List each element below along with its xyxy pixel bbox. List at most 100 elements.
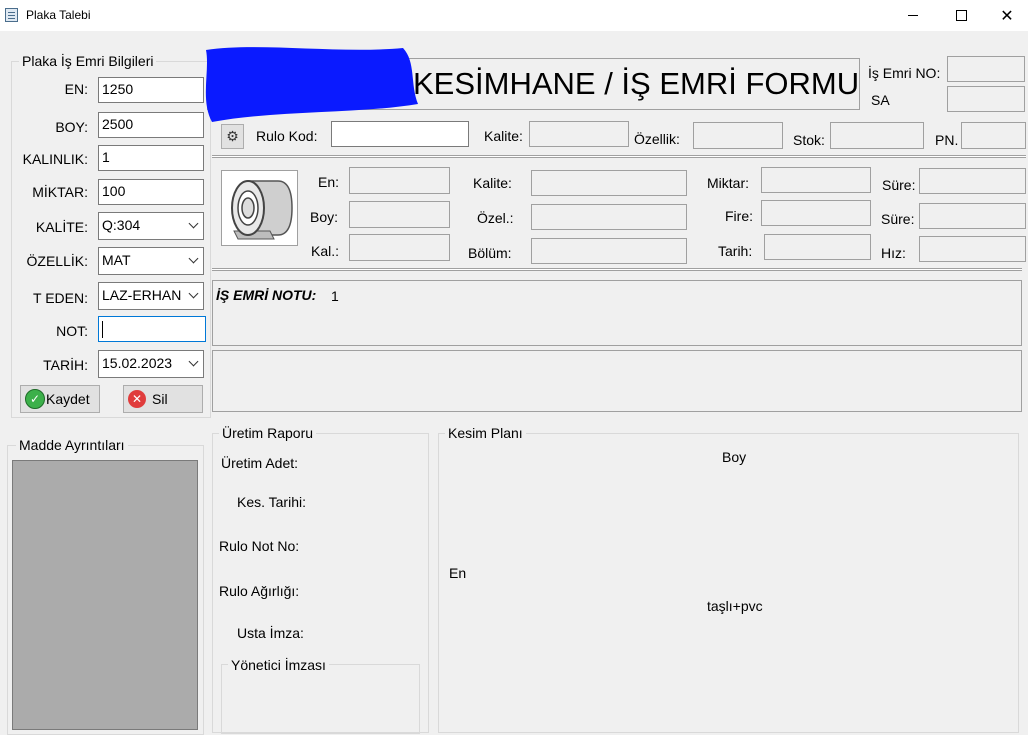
detail-miktar-field bbox=[761, 167, 871, 193]
kalinlik-label: KALINLIK: bbox=[22, 151, 88, 167]
not-input[interactable] bbox=[98, 316, 206, 342]
gear-icon: ⚙ bbox=[226, 128, 239, 144]
sil-label: Sil bbox=[152, 391, 168, 407]
delete-circle-icon: ✕ bbox=[128, 390, 146, 408]
separator-1 bbox=[212, 155, 1026, 158]
uretim-raporu-title: Üretim Raporu bbox=[219, 425, 317, 441]
chevron-down-icon bbox=[188, 288, 199, 299]
detail-ozel-label: Özel.: bbox=[477, 210, 514, 226]
close-button[interactable]: ✕ bbox=[984, 0, 1028, 31]
tarih-date-picker[interactable]: 15.02.2023 bbox=[98, 350, 204, 378]
form-title: KESİMHANE / İŞ EMRİ FORMU bbox=[413, 66, 860, 101]
is-emri-no-label: İş Emri NO: bbox=[868, 65, 941, 81]
detail-kal-field bbox=[349, 234, 450, 261]
tarih-value: 15.02.2023 bbox=[102, 355, 173, 371]
minimize-icon bbox=[908, 15, 918, 16]
check-circle-icon: ✓ bbox=[25, 389, 45, 409]
madde-image-area bbox=[12, 460, 198, 730]
yonetici-imzasi-group bbox=[221, 664, 420, 734]
redaction-scribble bbox=[205, 47, 418, 122]
tarih-label: TARİH: bbox=[43, 357, 88, 373]
kes-tarihi-label: Kes. Tarihi: bbox=[237, 494, 306, 510]
maximize-icon bbox=[955, 10, 967, 21]
sil-button[interactable]: ✕ Sil bbox=[123, 385, 203, 413]
ozellik-label: ÖZELLİK: bbox=[26, 253, 88, 269]
kesim-plani-group bbox=[438, 433, 1019, 733]
pn-field bbox=[961, 122, 1026, 149]
rulo-ozellik-field bbox=[693, 122, 783, 149]
kaydet-button[interactable]: ✓ Kaydet bbox=[20, 385, 100, 413]
kalite-label: KALİTE: bbox=[35, 219, 88, 235]
detail-fire-field bbox=[761, 200, 871, 226]
detail-miktar-label: Miktar: bbox=[707, 175, 749, 191]
rulo-kod-label: Rulo Kod: bbox=[256, 128, 318, 144]
paper-roll-icon bbox=[231, 180, 293, 240]
close-icon: ✕ bbox=[1000, 7, 1014, 25]
usta-imza-label: Usta İmza: bbox=[237, 625, 304, 641]
en-label: EN: bbox=[64, 81, 88, 97]
detail-sure1-label: Süre: bbox=[882, 177, 916, 193]
ozellik-select-value: MAT bbox=[102, 252, 131, 268]
kalite-select-value: Q:304 bbox=[102, 217, 141, 233]
kesim-plani-title: Kesim Planı bbox=[445, 425, 526, 441]
teden-label: T EDEN: bbox=[33, 290, 88, 306]
rulo-kod-input[interactable] bbox=[331, 121, 469, 147]
en-input[interactable]: 1250 bbox=[98, 77, 204, 103]
kalinlik-input[interactable]: 1 bbox=[98, 145, 204, 171]
chevron-down-icon bbox=[188, 253, 199, 264]
boy-input[interactable]: 2500 bbox=[98, 112, 204, 138]
rulo-ozellik-label: Özellik: bbox=[634, 131, 680, 147]
kesim-material-label: taşlı+pvc bbox=[707, 598, 763, 614]
separator-2 bbox=[212, 268, 1022, 271]
kesim-boy-label: Boy bbox=[722, 449, 747, 465]
yonetici-imzasi-title: Yönetici İmzası bbox=[228, 657, 329, 673]
plaka-is-emri-title: Plaka İş Emri Bilgileri bbox=[19, 53, 157, 69]
stok-field bbox=[830, 122, 924, 149]
detail-kalite-field bbox=[531, 170, 687, 196]
not-label: NOT: bbox=[56, 323, 88, 339]
kalite-select[interactable]: Q:304 bbox=[98, 212, 204, 240]
detail-tarih-label: Tarih: bbox=[718, 243, 753, 259]
sa-field bbox=[947, 86, 1025, 112]
rulo-not-no-label: Rulo Not No: bbox=[219, 538, 300, 554]
rulo-agirlik-label: Rulo Ağırlığı: bbox=[219, 583, 300, 599]
detail-hiz-field bbox=[919, 236, 1026, 262]
is-emri-notu-label: İŞ EMRİ NOTU: bbox=[216, 287, 317, 303]
miktar-input[interactable]: 100 bbox=[98, 179, 204, 205]
title-bar: Plaka Talebi ✕ bbox=[0, 0, 1028, 31]
detail-tarih-field bbox=[764, 234, 871, 260]
sa-label: SA bbox=[871, 92, 890, 108]
kesim-en-label: En bbox=[449, 565, 467, 581]
is-emri-no-field bbox=[947, 56, 1025, 82]
rulo-search-button[interactable]: ⚙ bbox=[221, 124, 244, 149]
detail-boy-label: Boy: bbox=[310, 209, 339, 225]
stok-label: Stok: bbox=[793, 132, 825, 148]
uretim-adet-label: Üretim Adet: bbox=[221, 455, 299, 471]
detail-kal-label: Kal.: bbox=[311, 243, 340, 259]
detail-hiz-label: Hız: bbox=[881, 245, 906, 261]
detail-en-label: En: bbox=[318, 174, 340, 190]
teden-select[interactable]: LAZ-ERHAN bbox=[98, 282, 204, 310]
kaydet-label: Kaydet bbox=[46, 391, 90, 407]
rulo-kalite-field bbox=[529, 121, 629, 147]
window-title: Plaka Talebi bbox=[26, 8, 91, 22]
detail-sure2-label: Süre: bbox=[881, 211, 915, 227]
text-cursor bbox=[102, 321, 103, 338]
detail-fire-label: Fire: bbox=[725, 208, 753, 224]
detail-en-field bbox=[349, 167, 450, 194]
minimize-button[interactable] bbox=[890, 0, 936, 31]
is-emri-notu-value: 1 bbox=[331, 288, 339, 304]
maximize-button[interactable] bbox=[938, 0, 984, 31]
madde-ayrintilari-title: Madde Ayrıntıları bbox=[16, 437, 128, 453]
secondary-note-panel bbox=[212, 350, 1022, 412]
boy-label: BOY: bbox=[55, 119, 88, 135]
detail-ozel-field bbox=[531, 204, 687, 230]
chevron-down-icon bbox=[188, 356, 199, 367]
ozellik-select[interactable]: MAT bbox=[98, 247, 204, 275]
chevron-down-icon bbox=[188, 218, 199, 229]
detail-bolum-field bbox=[531, 238, 687, 264]
detail-bolum-label: Bölüm: bbox=[468, 245, 512, 261]
teden-select-value: LAZ-ERHAN bbox=[102, 287, 182, 303]
detail-sure2-field bbox=[919, 203, 1026, 229]
detail-sure1-field bbox=[919, 168, 1026, 194]
